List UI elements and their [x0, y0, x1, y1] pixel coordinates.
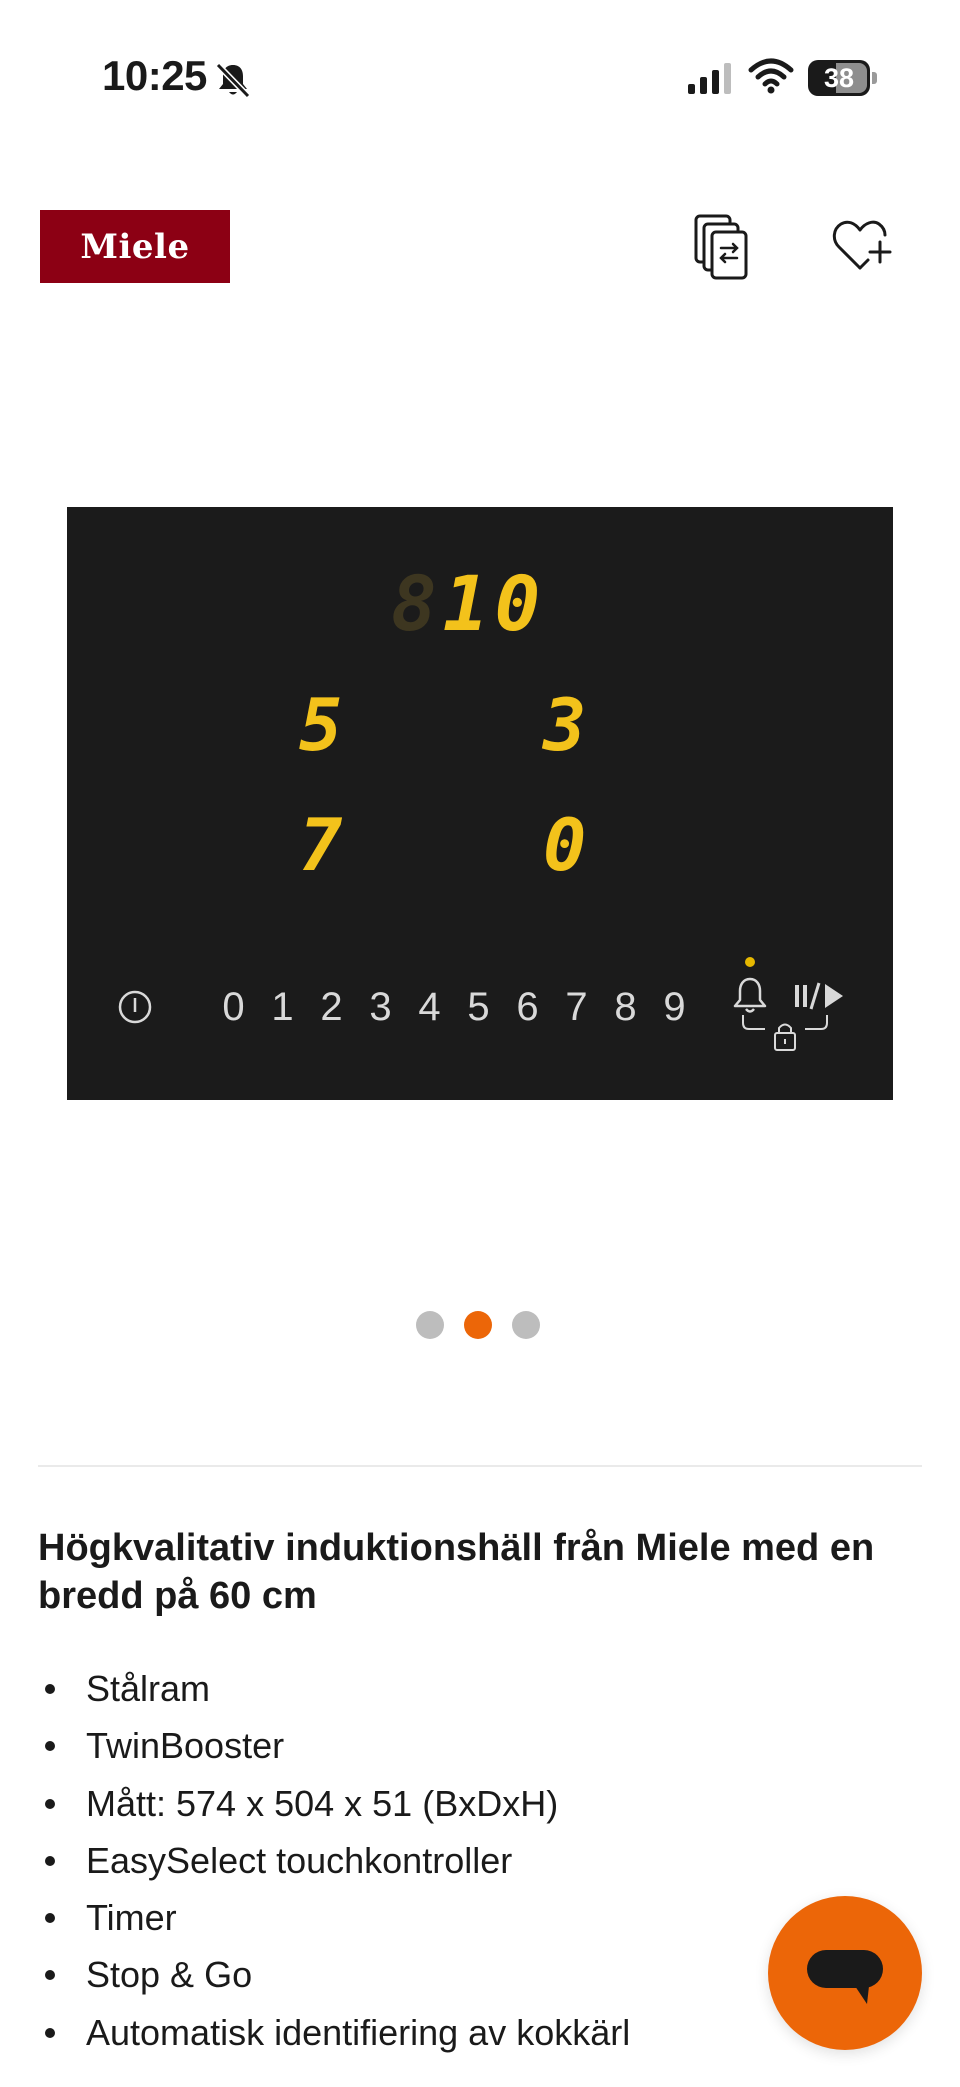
battery-icon: 38: [808, 60, 877, 96]
chat-icon: [807, 1950, 883, 2004]
display-ghost-digit: 8: [391, 559, 443, 648]
power-icon: [118, 990, 152, 1024]
compare-button[interactable]: [690, 212, 756, 282]
display-bottom-right: 0: [543, 803, 592, 887]
feature-item: Stop & Go: [38, 1946, 858, 2003]
display-top: 810: [391, 559, 546, 648]
power-level-3: 3: [369, 985, 392, 1029]
timer-indicator-dot: [745, 957, 755, 967]
power-level-0: 0: [222, 985, 245, 1029]
power-level-9: 9: [663, 985, 686, 1029]
battery-cap: [872, 72, 877, 84]
feature-item: Stålram: [38, 1660, 858, 1717]
mute-icon: [215, 62, 251, 99]
display-middle-left: 5: [299, 683, 348, 767]
feature-list: Stålram TwinBooster Mått: 574 x 504 x 51…: [38, 1660, 858, 2061]
compare-icon: [694, 214, 748, 280]
status-time: 10:25: [102, 52, 207, 99]
power-level-2: 2: [320, 985, 343, 1029]
timer-bell-icon: [733, 977, 767, 1013]
display-bottom-right-value: 0: [543, 803, 593, 887]
product-title: Högkvalitativ induktionshäll från Miele …: [38, 1527, 875, 1617]
carousel-dot-3[interactable]: [512, 1311, 540, 1339]
wishlist-add-icon: [832, 220, 892, 270]
status-bar: 10:25 38: [0, 0, 960, 140]
chat-button[interactable]: [768, 1896, 922, 2050]
display-bottom-left: 7: [299, 803, 348, 887]
section-divider: [38, 1465, 922, 1467]
feature-item: Automatisk identifiering av kokkärl: [38, 2004, 858, 2061]
lock-icon: [742, 1015, 828, 1051]
carousel-pagination: [416, 1311, 540, 1339]
feature-item: EasySelect touchkontroller: [38, 1832, 858, 1889]
signal-icon: [688, 63, 731, 94]
power-level-1: 1: [271, 985, 294, 1029]
product-image-cooktop-panel[interactable]: 810 5 3 7 0 0 1 2 3 4 5 6 7 8 9: [67, 507, 893, 1100]
carousel-dot-1[interactable]: [416, 1311, 444, 1339]
power-level-4: 4: [418, 985, 441, 1029]
feature-item: Mått: 574 x 504 x 51 (BxDxH): [38, 1775, 858, 1832]
display-top-value: 10: [442, 559, 547, 648]
power-level-7: 7: [565, 985, 588, 1029]
display-bottom-left-value: 7: [299, 803, 349, 887]
power-level-8: 8: [614, 985, 637, 1029]
wishlist-add-button[interactable]: [830, 214, 896, 276]
power-level-digits: 0 1 2 3 4 5 6 7 8 9: [209, 977, 699, 1037]
feature-item: TwinBooster: [38, 1717, 858, 1774]
wifi-icon: [748, 58, 794, 94]
miele-logo[interactable]: Miele: [40, 210, 230, 283]
display-middle-left-value: 5: [299, 683, 349, 767]
logo-text: Miele: [80, 226, 190, 267]
power-level-6: 6: [516, 985, 539, 1029]
carousel-dot-2-active[interactable]: [464, 1311, 492, 1339]
power-level-5: 5: [467, 985, 490, 1029]
battery-level: 38: [823, 63, 855, 93]
feature-item: Timer: [38, 1889, 858, 1946]
stop-go-icon: [795, 982, 843, 1010]
display-middle-right: 3: [543, 683, 592, 767]
display-middle-right-value: 3: [543, 683, 593, 767]
